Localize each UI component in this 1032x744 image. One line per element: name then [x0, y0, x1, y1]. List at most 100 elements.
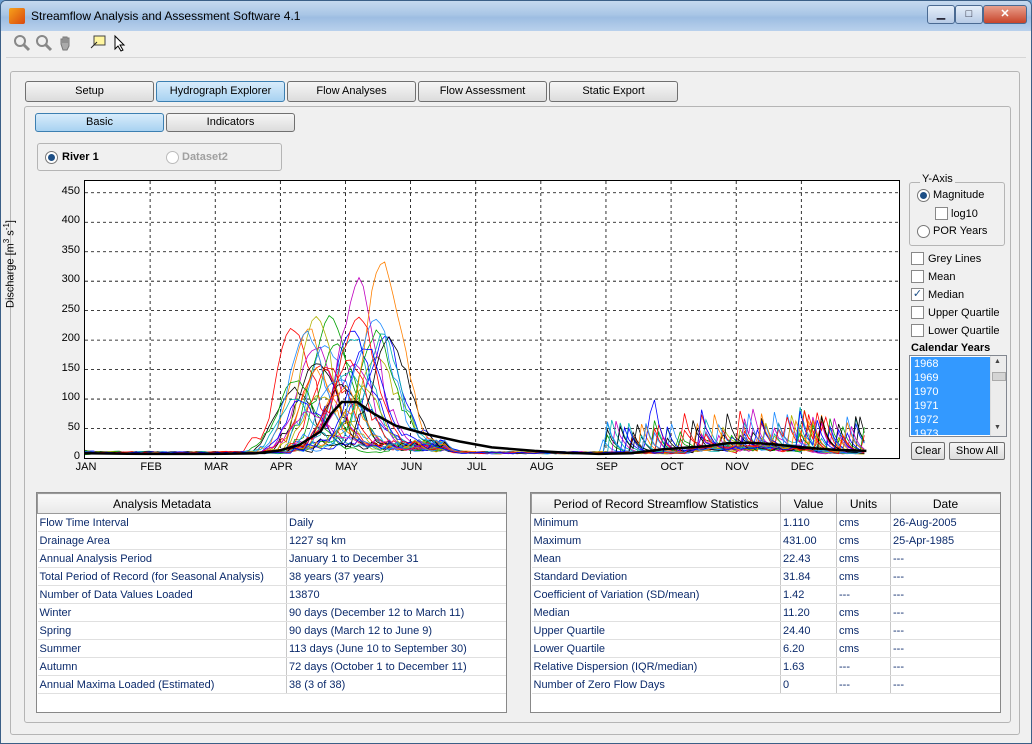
- hydrograph-plot[interactable]: [84, 180, 900, 459]
- stat-units: cms: [836, 639, 891, 658]
- magnitude-radio[interactable]: [917, 189, 930, 202]
- subtab-basic[interactable]: Basic: [35, 113, 164, 132]
- metadata-value: 1227 sq km: [286, 531, 506, 550]
- metadata-key: Total Period of Record (for Seasonal Ana…: [37, 567, 287, 586]
- pan-hand-icon[interactable]: [56, 34, 76, 54]
- stat-value: 1.110: [780, 513, 837, 532]
- metadata-value: 13870: [286, 585, 506, 604]
- stats-header-units[interactable]: Units: [836, 493, 891, 514]
- minimize-button[interactable]: ▁: [927, 5, 955, 24]
- stats-header-statistic[interactable]: Period of Record Streamflow Statistics: [531, 493, 781, 514]
- tab-flow-analyses[interactable]: Flow Analyses: [287, 81, 416, 102]
- tab-flow-assessment[interactable]: Flow Assessment: [418, 81, 547, 102]
- year-trace: [85, 315, 865, 455]
- app-window: Streamflow Analysis and Assessment Softw…: [0, 0, 1032, 744]
- metadata-key: Drainage Area: [37, 531, 287, 550]
- table-row[interactable]: Summer 113 days (June 10 to September 30): [37, 639, 506, 658]
- scroll-up-icon[interactable]: ▲: [994, 358, 1001, 365]
- lower-quartile-checkbox[interactable]: [911, 324, 924, 337]
- stat-value: 22.43: [780, 549, 837, 568]
- stat-value: 431.00: [780, 531, 837, 550]
- table-row[interactable]: Annual Analysis Period January 1 to Decem…: [37, 549, 506, 568]
- scroll-thumb[interactable]: [992, 372, 1006, 381]
- list-item[interactable]: 1971: [911, 399, 994, 413]
- scroll-down-icon[interactable]: ▼: [994, 424, 1001, 431]
- table-row[interactable]: Upper Quartile 24.40 cms ---: [531, 621, 1000, 640]
- table-row[interactable]: Number of Data Values Loaded 13870: [37, 585, 506, 604]
- table-row[interactable]: Minimum 1.110 cms 26-Aug-2005: [531, 513, 1000, 532]
- x-tick-label: JUN: [400, 461, 423, 473]
- calendar-scrollbar[interactable]: ▲ ▼: [990, 356, 1006, 436]
- stat-value: 1.63: [780, 657, 837, 676]
- stats-header-date[interactable]: Date: [890, 493, 1000, 514]
- stats-header-value[interactable]: Value: [780, 493, 837, 514]
- stat-date: ---: [890, 603, 1000, 622]
- tab-static-export[interactable]: Static Export: [549, 81, 678, 102]
- list-item[interactable]: 1969: [911, 371, 994, 385]
- stat-value: 11.20: [780, 603, 837, 622]
- table-row[interactable]: Total Period of Record (for Seasonal Ana…: [37, 567, 506, 586]
- maximize-button[interactable]: □: [955, 5, 983, 24]
- list-item[interactable]: 1968: [911, 357, 994, 371]
- river1-radio[interactable]: [45, 151, 58, 164]
- list-item[interactable]: 1972: [911, 413, 994, 427]
- table-row[interactable]: Number of Zero Flow Days 0 --- ---: [531, 675, 1000, 694]
- table-row[interactable]: Mean 22.43 cms ---: [531, 549, 1000, 568]
- table-row[interactable]: Standard Deviation 31.84 cms ---: [531, 567, 1000, 586]
- stat-units: cms: [836, 513, 891, 532]
- dataset2-label: Dataset2: [182, 151, 228, 163]
- stat-name: Standard Deviation: [531, 567, 781, 586]
- metadata-header-value[interactable]: [286, 493, 506, 514]
- lower-quartile-label: Lower Quartile: [928, 325, 1000, 337]
- table-row[interactable]: Maximum 431.00 cms 25-Apr-1985: [531, 531, 1000, 550]
- show-all-button[interactable]: Show All: [949, 442, 1005, 460]
- table-row[interactable]: Spring 90 days (March 12 to June 9): [37, 621, 506, 640]
- table-row[interactable]: Coefficient of Variation (SD/mean) 1.42 --…: [531, 585, 1000, 604]
- stat-date: ---: [890, 657, 1000, 676]
- grey-lines-checkbox[interactable]: [911, 252, 924, 265]
- table-row[interactable]: Winter 90 days (December 12 to March 11): [37, 603, 506, 622]
- tab-setup[interactable]: Setup: [25, 81, 154, 102]
- tab-hydrograph-explorer[interactable]: Hydrograph Explorer: [156, 81, 285, 102]
- stat-name: Median: [531, 603, 781, 622]
- table-row[interactable]: Relative Dispersion (IQR/median) 1.63 --- -…: [531, 657, 1000, 676]
- calendar-years-list[interactable]: 1968 1969 1970 1971 1972 1973 ▲ ▼: [909, 355, 1007, 437]
- mean-checkbox[interactable]: [911, 270, 924, 283]
- year-trace: [85, 348, 865, 455]
- por-years-radio[interactable]: [917, 225, 930, 238]
- x-tick-label: FEB: [140, 461, 162, 473]
- zoom-out-icon[interactable]: [34, 34, 54, 54]
- stat-date: ---: [890, 585, 1000, 604]
- median-checkbox[interactable]: ✓: [911, 288, 924, 301]
- close-button[interactable]: ✕: [983, 5, 1027, 24]
- table-row[interactable]: Annual Maxima Loaded (Estimated) 38 (3 of…: [37, 675, 506, 694]
- table-row[interactable]: Drainage Area 1227 sq km: [37, 531, 506, 550]
- subtab-indicators[interactable]: Indicators: [166, 113, 295, 132]
- pointer-icon[interactable]: [110, 34, 130, 54]
- table-row[interactable]: Median 11.20 cms ---: [531, 603, 1000, 622]
- y-tick-label: 50: [67, 420, 80, 433]
- y-axis-group-title: Y-Axis: [920, 173, 955, 185]
- metadata-value: Daily: [286, 513, 506, 532]
- stat-name: Coefficient of Variation (SD/mean): [531, 585, 781, 604]
- data-cursor-icon[interactable]: [88, 34, 108, 54]
- upper-quartile-checkbox[interactable]: [911, 306, 924, 319]
- dataset2-radio[interactable]: [166, 151, 179, 164]
- metadata-value: 90 days (March 12 to June 9): [286, 621, 506, 640]
- zoom-in-icon[interactable]: [12, 34, 32, 54]
- table-row[interactable]: Flow Time Interval Daily: [37, 513, 506, 532]
- title-bar[interactable]: Streamflow Analysis and Assessment Softw…: [1, 1, 1031, 31]
- stat-value: 24.40: [780, 621, 837, 640]
- y-tick-label: 350: [61, 243, 80, 256]
- list-item[interactable]: 1973: [911, 427, 994, 435]
- y-axis-label: Discharge [m3 s-1]: [2, 220, 17, 308]
- table-row[interactable]: Lower Quartile 6.20 cms ---: [531, 639, 1000, 658]
- table-row[interactable]: Autumn 72 days (October 1 to December 11): [37, 657, 506, 676]
- metadata-value: January 1 to December 31: [286, 549, 506, 568]
- clear-button[interactable]: Clear: [911, 442, 945, 460]
- metadata-header[interactable]: Analysis Metadata: [37, 493, 287, 514]
- magnitude-label: Magnitude: [933, 189, 985, 201]
- y-tick-label: 100: [61, 391, 80, 404]
- list-item[interactable]: 1970: [911, 385, 994, 399]
- log10-checkbox[interactable]: [935, 207, 948, 220]
